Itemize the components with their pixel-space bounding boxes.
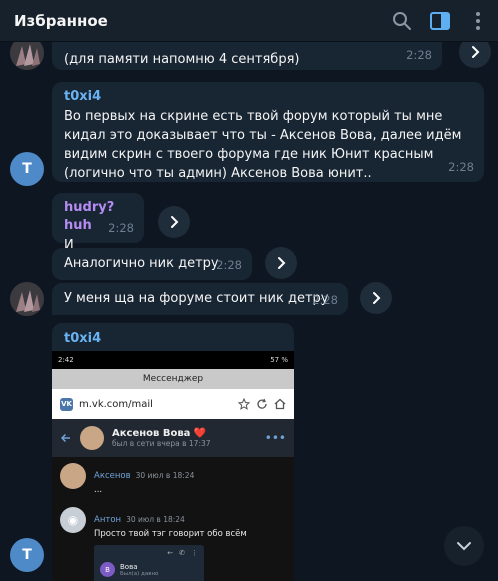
vk-chat-header: Аксенов Вова ❤️ был в сети вчера в 17:37… bbox=[52, 419, 294, 457]
browser-url: m.vk.com/mail bbox=[79, 398, 153, 410]
message-time: 2:28 bbox=[216, 258, 242, 272]
chevron-right-icon bbox=[171, 216, 179, 228]
forward-button[interactable] bbox=[459, 42, 491, 68]
chat-header: Избранное bbox=[0, 0, 498, 42]
home-icon bbox=[274, 398, 286, 410]
message-bubble[interactable]: hudry?huh И 2:28 bbox=[52, 193, 144, 253]
avatar[interactable]: T bbox=[10, 538, 44, 572]
chevron-right-icon bbox=[472, 46, 480, 58]
message-time: 2:28 bbox=[312, 293, 338, 307]
vk-sender: Антон bbox=[94, 515, 122, 525]
vk-more-icon: ••• bbox=[264, 431, 286, 445]
nested-toolbar: ← ✆ ⋮ bbox=[167, 549, 198, 557]
message-text: Во первых на скрине есть твой форум кото… bbox=[64, 109, 462, 181]
side-panel-icon[interactable] bbox=[428, 9, 452, 33]
phone-app-title: Мессенджер bbox=[52, 369, 294, 389]
message-bubble[interactable]: (для памяти напомню 4 сентября) 2:28 bbox=[52, 42, 442, 70]
message-feed[interactable]: (для памяти напомню 4 сентября) 2:28 t0x… bbox=[0, 42, 498, 581]
avatar[interactable]: T bbox=[10, 152, 44, 186]
vk-text: Просто твой тэг говорит обо всём bbox=[94, 529, 247, 539]
vk-avatar bbox=[60, 463, 86, 489]
phone-status-bar: 2:42 57 % bbox=[52, 351, 294, 369]
avatar-letter: T bbox=[22, 161, 32, 177]
avatar[interactable] bbox=[10, 42, 44, 70]
vk-chat-name: Аксенов Вова ❤️ bbox=[112, 428, 207, 439]
avatar[interactable] bbox=[10, 282, 44, 316]
nested-status: Был(а) давно bbox=[120, 570, 159, 577]
forward-button[interactable] bbox=[158, 206, 190, 238]
reload-icon bbox=[257, 398, 267, 409]
star-icon bbox=[238, 398, 250, 410]
sender-name[interactable]: t0xi4 bbox=[64, 330, 282, 348]
back-arrow-icon bbox=[60, 433, 70, 443]
chat-title: Избранное bbox=[14, 11, 108, 30]
vk-message: ◉ Антон 30 июл в 18:24 Просто твой тэг го… bbox=[52, 501, 294, 545]
more-vertical-icon[interactable] bbox=[466, 9, 490, 33]
vk-chat-avatar bbox=[80, 426, 104, 450]
vk-text: ... bbox=[94, 485, 103, 495]
avatar-photo-icon bbox=[10, 42, 44, 70]
phone-battery: 57 % bbox=[270, 356, 288, 364]
nested-name: Вова bbox=[120, 562, 138, 571]
message-bubble[interactable]: Аналогично ник детру 2:28 bbox=[52, 248, 252, 280]
message-time: 2:28 bbox=[448, 160, 474, 174]
forward-button[interactable] bbox=[360, 282, 392, 314]
phone-time: 2:42 bbox=[58, 356, 74, 364]
attached-screenshot[interactable]: 2:42 57 % Мессенджер VK m.vk.com/mail Ак… bbox=[52, 351, 294, 581]
message-time: 2:28 bbox=[406, 48, 432, 62]
vk-logo-icon: VK bbox=[60, 397, 73, 411]
vk-message: Аксенов 30 июл в 18:24 ... bbox=[52, 457, 294, 501]
nested-screenshot: ← ✆ ⋮ В Вова Был(а) давно bbox=[94, 545, 204, 581]
avatar-letter: T bbox=[22, 547, 32, 563]
vk-date: 30 июл в 18:24 bbox=[135, 471, 195, 480]
chevron-down-icon bbox=[457, 542, 471, 551]
browser-url-bar: VK m.vk.com/mail bbox=[52, 389, 294, 419]
avatar-photo-icon bbox=[10, 282, 44, 316]
search-icon[interactable] bbox=[390, 9, 414, 33]
forward-button[interactable] bbox=[265, 247, 297, 279]
message-bubble[interactable]: У меня ща на форуме стоит ник детру 2:28 bbox=[52, 283, 348, 315]
chevron-right-icon bbox=[373, 292, 381, 304]
scroll-down-button[interactable] bbox=[444, 526, 484, 566]
vk-chat-status: был в сети вчера в 17:37 bbox=[112, 439, 211, 448]
camera-icon: ◉ bbox=[60, 507, 86, 533]
nested-avatar: В bbox=[100, 562, 115, 577]
chevron-right-icon bbox=[278, 257, 286, 269]
sender-name[interactable]: t0xi4 bbox=[64, 88, 474, 106]
message-text: У меня ща на форуме стоит ник детру bbox=[64, 291, 329, 306]
message-text: (для памяти напомню 4 сентября) bbox=[64, 52, 300, 67]
vk-sender: Аксенов bbox=[94, 471, 131, 481]
vk-date: 30 июл в 18:24 bbox=[126, 515, 185, 524]
message-time: 2:28 bbox=[108, 221, 134, 235]
message-bubble[interactable]: t0xi4 Во первых на скрине есть твой фору… bbox=[52, 82, 484, 182]
